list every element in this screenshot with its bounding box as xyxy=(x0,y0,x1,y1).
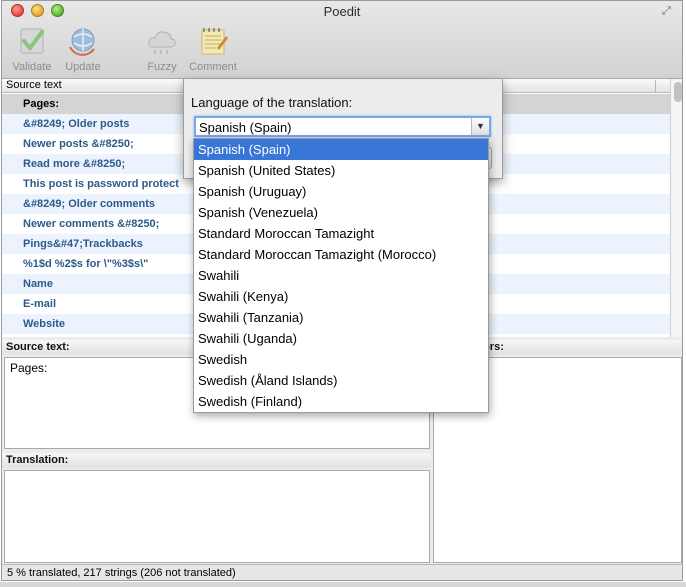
update-label: Update xyxy=(65,61,101,73)
language-dropdown-list[interactable]: Spanish (Spain) Spanish (United States) … xyxy=(193,138,489,413)
list-scrollbar[interactable] xyxy=(670,79,682,337)
header-divider xyxy=(655,80,656,92)
translation-input[interactable] xyxy=(4,470,430,563)
notepad-icon xyxy=(201,28,229,55)
checkmark-icon xyxy=(20,28,44,54)
translation-label: Translation: xyxy=(2,453,431,468)
comment-label: Comment xyxy=(189,61,237,73)
language-option[interactable]: Swedish (Finland) xyxy=(194,391,488,412)
language-option[interactable]: Spanish (Spain) xyxy=(194,139,488,160)
fuzzy-button[interactable]: Fuzzy xyxy=(136,25,188,73)
window-shadow xyxy=(0,582,686,587)
language-option[interactable]: Spanish (Venezuela) xyxy=(194,202,488,223)
language-select-value: Spanish (Spain) xyxy=(199,120,292,135)
language-label: Language of the translation: xyxy=(191,95,353,110)
language-option[interactable]: Standard Moroccan Tamazight (Morocco) xyxy=(194,244,488,265)
validate-label: Validate xyxy=(12,61,52,73)
scrollbar-thumb[interactable] xyxy=(674,82,682,102)
column-header-source[interactable]: Source text xyxy=(6,79,62,92)
language-option[interactable]: Swedish xyxy=(194,349,488,370)
language-option[interactable]: Standard Moroccan Tamazight xyxy=(194,223,488,244)
status-bar: 5 % translated, 217 strings (206 not tra… xyxy=(2,564,682,580)
validate-button[interactable]: Validate xyxy=(6,25,58,73)
language-option[interactable]: Swahili (Kenya) xyxy=(194,286,488,307)
language-option[interactable]: Spanish (Uruguay) xyxy=(194,181,488,202)
language-select[interactable]: Spanish (Spain) ▼ xyxy=(194,116,491,137)
title-toolbar: Poedit ⤢ Validate Update Fuzzy Comment xyxy=(2,1,682,79)
window-title: Poedit xyxy=(323,4,361,19)
update-button[interactable]: Update xyxy=(57,25,109,73)
cloud-icon xyxy=(148,31,176,54)
chevron-down-icon[interactable]: ▼ xyxy=(471,118,489,135)
globe-sync-icon xyxy=(69,28,95,56)
fullscreen-icon[interactable]: ⤢ xyxy=(662,5,674,17)
language-option[interactable]: Swahili xyxy=(194,265,488,286)
language-option[interactable]: Swedish (Åland Islands) xyxy=(194,370,488,391)
language-option[interactable]: Spanish (United States) xyxy=(194,160,488,181)
poedit-window: Poedit ⤢ Validate Update Fuzzy Comment S… xyxy=(1,0,683,581)
language-option[interactable]: Swahili (Tanzania) xyxy=(194,307,488,328)
language-option[interactable]: Swahili (Uganda) xyxy=(194,328,488,349)
fuzzy-label: Fuzzy xyxy=(147,61,177,73)
comment-button[interactable]: Comment xyxy=(187,25,239,73)
